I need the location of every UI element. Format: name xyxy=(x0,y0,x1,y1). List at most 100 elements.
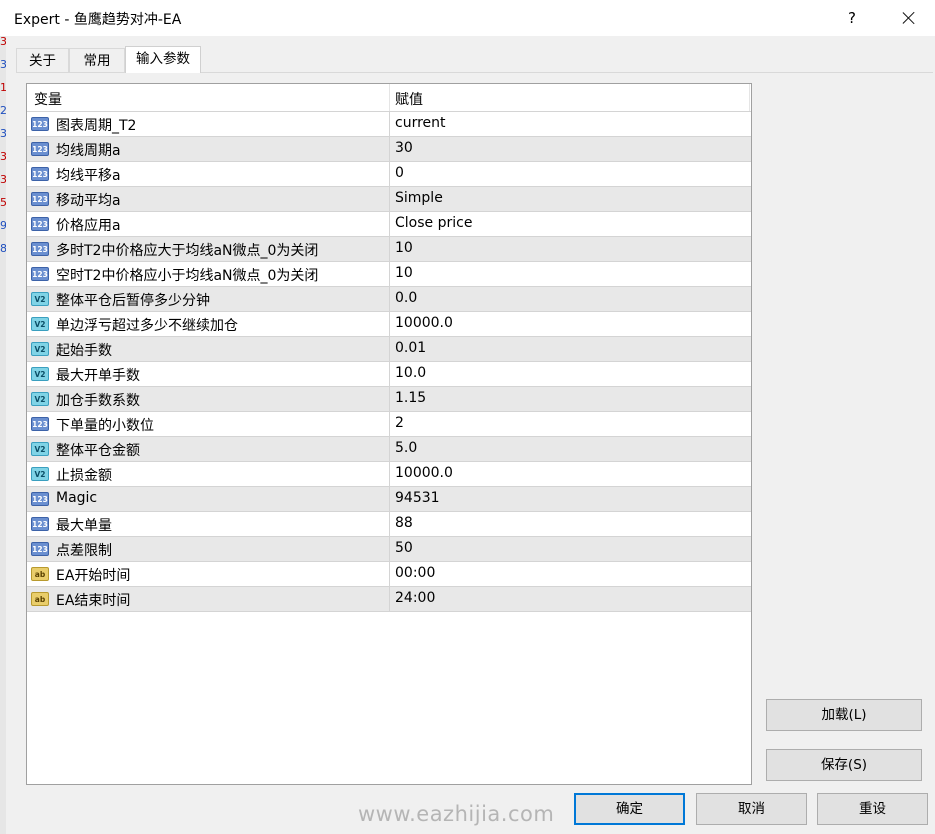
variable-name: 止损金额 xyxy=(56,468,112,484)
inputs-table[interactable]: 变量 赋值 123 图表周期_T2 current 123 均线周期a 30 123 均线平移… xyxy=(26,83,752,785)
table-row[interactable]: V2 起始手数 0.01 xyxy=(27,336,751,361)
variable-name: 均线周期a xyxy=(56,143,121,159)
column-divider xyxy=(389,512,390,536)
column-divider xyxy=(389,112,390,136)
table-row[interactable]: 123 价格应用a Close price xyxy=(27,211,751,236)
table-row[interactable]: 123 均线周期a 30 xyxy=(27,136,751,161)
variable-name: 加仓手数系数 xyxy=(56,393,140,409)
load-button[interactable]: 加载(L) xyxy=(766,699,922,731)
column-divider xyxy=(389,137,390,161)
table-row[interactable]: V2 止损金额 10000.0 xyxy=(27,461,751,486)
expert-dialog: 关于 常用 输入参数 变量 赋值 123 图表周期_T2 current 123 均线周… xyxy=(6,36,935,834)
table-row[interactable]: ab EA结束时间 24:00 xyxy=(27,586,751,611)
column-divider xyxy=(389,362,390,386)
table-row[interactable]: 123 点差限制 50 xyxy=(27,536,751,561)
header-end-divider xyxy=(749,84,750,111)
variable-value[interactable]: 10000.0 xyxy=(395,315,453,331)
watermark: www.eazhijia.com xyxy=(358,802,555,826)
column-divider xyxy=(389,287,390,311)
table-bottom-border xyxy=(27,611,751,612)
variable-name: 整体平仓后暂停多少分钟 xyxy=(56,293,210,309)
table-row[interactable]: 123 最大单量 88 xyxy=(27,511,751,536)
column-divider xyxy=(389,462,390,486)
variable-value[interactable]: 5.0 xyxy=(395,440,417,456)
variable-value[interactable]: Simple xyxy=(395,190,443,206)
variable-value[interactable]: 10000.0 xyxy=(395,465,453,481)
window-title: Expert - 鱼鹰趋势对冲-EA xyxy=(14,12,182,28)
cancel-button[interactable]: 取消 xyxy=(696,793,807,825)
table-row[interactable]: ab EA开始时间 00:00 xyxy=(27,561,751,586)
column-divider xyxy=(389,437,390,461)
variable-name: 最大单量 xyxy=(56,518,112,534)
ok-button[interactable]: 确定 xyxy=(574,793,685,825)
tab-about[interactable]: 关于 xyxy=(16,48,69,72)
variable-name: EA结束时间 xyxy=(56,593,131,609)
variable-value[interactable]: 94531 xyxy=(395,490,440,506)
variable-name: 图表周期_T2 xyxy=(56,118,137,134)
close-icon[interactable] xyxy=(894,4,924,32)
table-row[interactable]: 123 空时T2中价格应小于均线aN微点_0为关闭 10 xyxy=(27,261,751,286)
column-divider xyxy=(389,162,390,186)
table-row[interactable]: V2 整体平仓后暂停多少分钟 0.0 xyxy=(27,286,751,311)
column-divider xyxy=(389,387,390,411)
table-row[interactable]: 123 均线平移a 0 xyxy=(27,161,751,186)
variable-value[interactable]: 30 xyxy=(395,140,413,156)
column-divider xyxy=(389,487,390,511)
variable-value[interactable]: 0.01 xyxy=(395,340,426,356)
table-row[interactable]: 123 图表周期_T2 current xyxy=(27,111,751,136)
table-row[interactable]: V2 加仓手数系数 1.15 xyxy=(27,386,751,411)
help-button[interactable]: ? xyxy=(838,6,866,30)
variable-name: 单边浮亏超过多少不继续加仓 xyxy=(56,318,238,334)
variable-value[interactable]: 10 xyxy=(395,265,413,281)
column-header-value[interactable]: 赋值 xyxy=(395,89,423,109)
variable-name: 点差限制 xyxy=(56,543,112,559)
table-row[interactable]: V2 最大开单手数 10.0 xyxy=(27,361,751,386)
column-divider xyxy=(389,237,390,261)
table-row[interactable]: V2 单边浮亏超过多少不继续加仓 10000.0 xyxy=(27,311,751,336)
variable-value[interactable]: 0.0 xyxy=(395,290,417,306)
column-header-variable[interactable]: 变量 xyxy=(34,89,62,109)
variable-value[interactable]: Close price xyxy=(395,215,472,231)
table-row[interactable]: V2 整体平仓金额 5.0 xyxy=(27,436,751,461)
double-type-icon: V2 xyxy=(31,317,49,331)
int-type-icon: 123 xyxy=(31,492,49,506)
variable-value[interactable]: 10 xyxy=(395,240,413,256)
save-button[interactable]: 保存(S) xyxy=(766,749,922,781)
variable-value[interactable]: 2 xyxy=(395,415,404,431)
int-type-icon: 123 xyxy=(31,167,49,181)
variable-name: Magic xyxy=(56,490,98,506)
tab-common[interactable]: 常用 xyxy=(69,48,125,72)
int-type-icon: 123 xyxy=(31,417,49,431)
variable-value[interactable]: 88 xyxy=(395,515,413,531)
variable-name: 均线平移a xyxy=(56,168,121,184)
variable-name: EA开始时间 xyxy=(56,568,131,584)
column-divider xyxy=(389,212,390,236)
string-type-icon: ab xyxy=(31,592,49,606)
reset-button[interactable]: 重设 xyxy=(817,793,928,825)
variable-value[interactable]: current xyxy=(395,115,446,131)
column-divider xyxy=(389,412,390,436)
tab-inputs[interactable]: 输入参数 xyxy=(125,46,201,73)
variable-value[interactable]: 0 xyxy=(395,165,404,181)
table-row[interactable]: 123 下单量的小数位 2 xyxy=(27,411,751,436)
variable-value[interactable]: 24:00 xyxy=(395,590,435,606)
table-row[interactable]: 123 多时T2中价格应大于均线aN微点_0为关闭 10 xyxy=(27,236,751,261)
variable-value[interactable]: 50 xyxy=(395,540,413,556)
table-row[interactable]: 123 移动平均a Simple xyxy=(27,186,751,211)
double-type-icon: V2 xyxy=(31,392,49,406)
variable-name: 移动平均a xyxy=(56,193,121,209)
column-divider xyxy=(389,262,390,286)
variable-value[interactable]: 10.0 xyxy=(395,365,426,381)
int-type-icon: 123 xyxy=(31,117,49,131)
column-divider xyxy=(389,537,390,561)
title-bar: Expert - 鱼鹰趋势对冲-EA ? xyxy=(0,0,935,36)
variable-value[interactable]: 1.15 xyxy=(395,390,426,406)
int-type-icon: 123 xyxy=(31,242,49,256)
column-divider xyxy=(389,562,390,586)
double-type-icon: V2 xyxy=(31,292,49,306)
variable-name: 起始手数 xyxy=(56,343,112,359)
variable-value[interactable]: 00:00 xyxy=(395,565,435,581)
table-row[interactable]: 123 Magic 94531 xyxy=(27,486,751,511)
column-divider xyxy=(389,337,390,361)
double-type-icon: V2 xyxy=(31,467,49,481)
